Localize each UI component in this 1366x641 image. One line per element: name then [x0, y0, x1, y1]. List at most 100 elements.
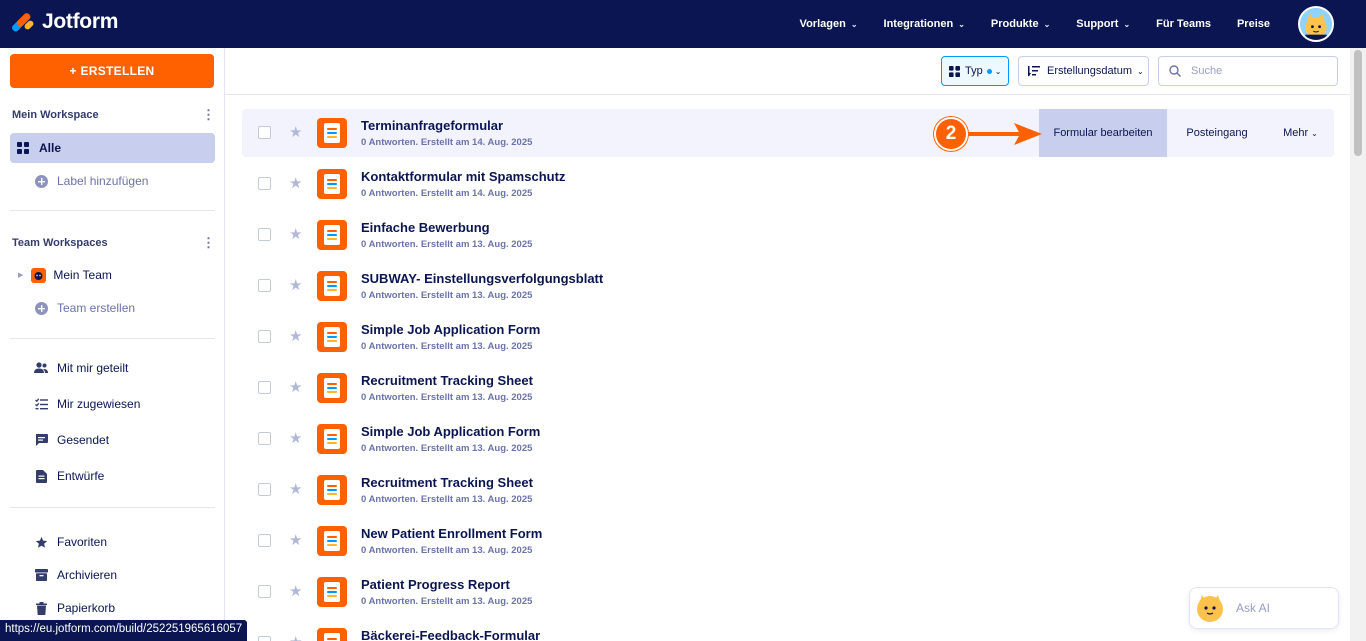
form-icon	[317, 475, 347, 505]
nav-item-integrationen[interactable]: Integrationen ⌄	[884, 18, 965, 30]
ask-ai-button[interactable]: Ask AI	[1189, 587, 1339, 629]
form-row[interactable]: ★ Simple Job Application Form 0 Antworten.…	[242, 415, 1334, 466]
form-row[interactable]: ★ Bäckerei-Feedback-Formular	[242, 619, 1334, 641]
sidebar: + ERSTELLEN Mein Workspace ⋮ Alle Label …	[0, 48, 225, 641]
nav-item-preise[interactable]: Preise	[1237, 18, 1270, 30]
sort-button[interactable]: Erstellungsdatum ⌄	[1018, 56, 1149, 86]
form-title[interactable]: Patient Progress Report	[361, 577, 510, 592]
form-row[interactable]: ★ Simple Job Application Form 0 Antworten.…	[242, 313, 1334, 364]
form-row[interactable]: ★ Kontaktformular mit Spamschutz 0 Antwort…	[242, 160, 1334, 211]
nav-item-produkte[interactable]: Produkte ⌄	[991, 18, 1050, 30]
form-row[interactable]: ★ Terminanfrageformular 0 Antworten. Erste…	[242, 109, 1334, 157]
more-button[interactable]: Mehr ⌄	[1267, 109, 1334, 157]
nav-item-label: Integrationen	[883, 18, 954, 30]
form-title[interactable]: SUBWAY- Einstellungsverfolgungsblatt	[361, 271, 603, 286]
caret-right-icon[interactable]: ▶	[18, 271, 23, 279]
favorite-star-icon[interactable]: ★	[289, 633, 302, 641]
plus-circle-icon	[34, 301, 48, 315]
kebab-menu-icon[interactable]: ⋮	[202, 107, 215, 123]
favorite-star-icon[interactable]: ★	[289, 327, 302, 345]
form-title[interactable]: Bäckerei-Feedback-Formular	[361, 628, 540, 641]
kebab-menu-icon[interactable]: ⋮	[202, 235, 215, 251]
add-label-button[interactable]: Label hinzufügen	[10, 166, 215, 196]
row-checkbox[interactable]	[258, 228, 271, 241]
nav-item-vorlagen[interactable]: Vorlagen ⌄	[800, 18, 858, 30]
favorite-star-icon[interactable]: ★	[289, 378, 302, 396]
nav-item-support[interactable]: Support ⌄	[1076, 18, 1130, 30]
jotform-logo[interactable]: Jotform	[10, 10, 119, 34]
favorite-star-icon[interactable]: ★	[289, 225, 302, 243]
form-row[interactable]: ★ Einfache Bewerbung 0 Antworten. Erstellt…	[242, 211, 1334, 262]
form-meta: 0 Antworten. Erstellt am 13. Aug. 2025	[361, 290, 533, 301]
form-title[interactable]: Terminanfrageformular	[361, 118, 503, 133]
user-avatar[interactable]	[1298, 6, 1334, 42]
sidebar-item-my-team[interactable]: ▶ Mein Team	[10, 260, 215, 290]
sidebar-item-mit-mir-geteilt[interactable]: Mit mir geteilt	[10, 353, 215, 383]
form-row[interactable]: ★ Recruitment Tracking Sheet 0 Antworten. …	[242, 364, 1334, 415]
row-checkbox[interactable]	[258, 330, 271, 343]
row-checkbox[interactable]	[258, 534, 271, 547]
archive-icon	[34, 568, 48, 582]
create-button[interactable]: + ERSTELLEN	[10, 54, 214, 88]
form-title[interactable]: Einfache Bewerbung	[361, 220, 490, 235]
form-row[interactable]: ★ New Patient Enrollment Form 0 Antworten.…	[242, 517, 1334, 568]
row-checkbox[interactable]	[258, 585, 271, 598]
row-checkbox[interactable]	[258, 432, 271, 445]
favorite-star-icon[interactable]: ★	[289, 429, 302, 447]
scroll-thumb[interactable]	[1354, 50, 1362, 156]
sidebar-item-label: Archivieren	[57, 568, 118, 582]
ask-ai-label: Ask AI	[1236, 601, 1271, 615]
form-title[interactable]: Simple Job Application Form	[361, 322, 540, 337]
row-checkbox[interactable]	[258, 279, 271, 292]
row-checkbox[interactable]	[258, 636, 271, 641]
sidebar-item-archivieren[interactable]: Archivieren	[10, 560, 215, 590]
sidebar-item-papierkorb[interactable]: Papierkorb	[10, 593, 215, 623]
nav-item-label: Produkte	[990, 18, 1039, 30]
form-row[interactable]: ★ Patient Progress Report 0 Antworten. Ers…	[242, 568, 1334, 619]
team-workspaces-header: Team Workspaces ⋮	[12, 235, 215, 251]
sidebar-item-label: Mir zugewiesen	[57, 397, 141, 411]
sidebar-item-gesendet[interactable]: Gesendet	[10, 425, 215, 455]
form-row[interactable]: ★ SUBWAY- Einstellungsverfolgungsblatt 0 A…	[242, 262, 1334, 313]
sidebar-item-entwurfe[interactable]: Entwürfe	[10, 461, 215, 491]
inbox-button[interactable]: Posteingang	[1167, 109, 1267, 157]
row-checkbox[interactable]	[258, 483, 271, 496]
grid-icon	[949, 65, 960, 77]
sidebar-item-label: Entwürfe	[57, 469, 105, 483]
logo-text: Jotform	[42, 10, 119, 33]
form-title[interactable]: Recruitment Tracking Sheet	[361, 475, 533, 490]
list-toolbar: Typ ⌄ Erstellungsdatum ⌄	[225, 48, 1350, 95]
edit-form-button[interactable]: Formular bearbeiten	[1039, 109, 1167, 157]
search-box[interactable]	[1158, 56, 1338, 86]
form-title[interactable]: Simple Job Application Form	[361, 424, 540, 439]
row-checkbox[interactable]	[258, 177, 271, 190]
nav-item-fur-teams[interactable]: Für Teams	[1156, 18, 1211, 30]
sidebar-item-mir-zugewiesen[interactable]: Mir zugewiesen	[10, 389, 215, 419]
ai-agent-avatar-icon	[1197, 595, 1223, 622]
favorite-star-icon[interactable]: ★	[289, 276, 302, 294]
my-workspace-header: Mein Workspace ⋮	[12, 107, 215, 123]
type-filter-button[interactable]: Typ ⌄	[941, 56, 1009, 86]
search-input[interactable]	[1191, 65, 1321, 77]
favorite-star-icon[interactable]: ★	[289, 174, 302, 192]
favorite-star-icon[interactable]: ★	[289, 582, 302, 600]
sidebar-item-label: Alle	[39, 141, 62, 155]
favorite-star-icon[interactable]: ★	[289, 480, 302, 498]
form-icon	[317, 424, 347, 454]
divider	[10, 507, 215, 508]
form-row[interactable]: ★ Recruitment Tracking Sheet 0 Antworten. …	[242, 466, 1334, 517]
create-team-button[interactable]: Team erstellen	[10, 293, 215, 323]
favorite-star-icon[interactable]: ★	[289, 123, 302, 141]
row-checkbox[interactable]	[258, 126, 271, 139]
form-title[interactable]: Recruitment Tracking Sheet	[361, 373, 533, 388]
scrollbar[interactable]	[1350, 48, 1366, 641]
form-title[interactable]: Kontaktformular mit Spamschutz	[361, 169, 565, 184]
sidebar-item-all[interactable]: Alle	[10, 133, 215, 163]
jotform-logo-icon	[10, 10, 35, 34]
sidebar-item-favoriten[interactable]: Favoriten	[10, 527, 215, 557]
row-checkbox[interactable]	[258, 381, 271, 394]
nav-item-label: Vorlagen	[799, 18, 846, 30]
form-title[interactable]: New Patient Enrollment Form	[361, 526, 542, 541]
search-icon	[1169, 65, 1181, 77]
favorite-star-icon[interactable]: ★	[289, 531, 302, 549]
